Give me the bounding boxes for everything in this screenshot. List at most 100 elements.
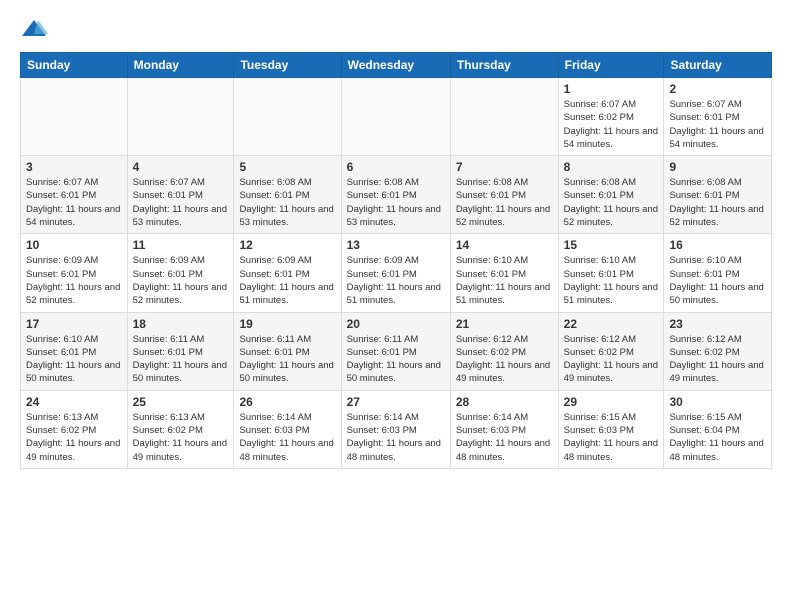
day-cell: 13 Sunrise: 6:09 AM Sunset: 6:01 PM Dayli… — [341, 234, 450, 312]
day-cell: 19 Sunrise: 6:11 AM Sunset: 6:01 PM Dayli… — [234, 312, 341, 390]
day-number: 18 — [133, 317, 229, 331]
day-cell: 12 Sunrise: 6:09 AM Sunset: 6:01 PM Dayli… — [234, 234, 341, 312]
week-row-2: 3 Sunrise: 6:07 AM Sunset: 6:01 PM Daylig… — [21, 156, 772, 234]
day-info: Sunrise: 6:07 AM Sunset: 6:01 PM Dayligh… — [26, 176, 122, 229]
day-cell: 24 Sunrise: 6:13 AM Sunset: 6:02 PM Dayli… — [21, 390, 128, 468]
day-number: 24 — [26, 395, 122, 409]
day-cell: 3 Sunrise: 6:07 AM Sunset: 6:01 PM Daylig… — [21, 156, 128, 234]
day-cell: 22 Sunrise: 6:12 AM Sunset: 6:02 PM Dayli… — [558, 312, 664, 390]
day-cell — [341, 78, 450, 156]
day-info: Sunrise: 6:10 AM Sunset: 6:01 PM Dayligh… — [669, 254, 766, 307]
day-info: Sunrise: 6:13 AM Sunset: 6:02 PM Dayligh… — [26, 411, 122, 464]
day-cell: 5 Sunrise: 6:08 AM Sunset: 6:01 PM Daylig… — [234, 156, 341, 234]
day-number: 13 — [347, 238, 445, 252]
day-info: Sunrise: 6:08 AM Sunset: 6:01 PM Dayligh… — [347, 176, 445, 229]
day-cell: 28 Sunrise: 6:14 AM Sunset: 6:03 PM Dayli… — [450, 390, 558, 468]
day-number: 6 — [347, 160, 445, 174]
weekday-header-sunday: Sunday — [21, 53, 128, 78]
day-cell: 29Sunrise: 6:15 AM Sunset: 6:03 PM Dayli… — [558, 390, 664, 468]
day-number: 1 — [564, 82, 659, 96]
day-number: 10 — [26, 238, 122, 252]
day-number: 30 — [669, 395, 766, 409]
day-cell: 25 Sunrise: 6:13 AM Sunset: 6:02 PM Dayli… — [127, 390, 234, 468]
day-info: Sunrise: 6:11 AM Sunset: 6:01 PM Dayligh… — [133, 333, 229, 386]
day-number: 29 — [564, 395, 659, 409]
day-cell — [450, 78, 558, 156]
day-info: Sunrise: 6:09 AM Sunset: 6:01 PM Dayligh… — [347, 254, 445, 307]
day-info: Sunrise: 6:08 AM Sunset: 6:01 PM Dayligh… — [564, 176, 659, 229]
day-cell: 4 Sunrise: 6:07 AM Sunset: 6:01 PM Daylig… — [127, 156, 234, 234]
day-cell — [234, 78, 341, 156]
day-info: Sunrise: 6:07 AM Sunset: 6:01 PM Dayligh… — [669, 98, 766, 151]
day-number: 25 — [133, 395, 229, 409]
day-number: 2 — [669, 82, 766, 96]
day-number: 21 — [456, 317, 553, 331]
day-info: Sunrise: 6:14 AM Sunset: 6:03 PM Dayligh… — [347, 411, 445, 464]
day-number: 4 — [133, 160, 229, 174]
day-info: Sunrise: 6:14 AM Sunset: 6:03 PM Dayligh… — [456, 411, 553, 464]
weekday-header-tuesday: Tuesday — [234, 53, 341, 78]
day-info: Sunrise: 6:13 AM Sunset: 6:02 PM Dayligh… — [133, 411, 229, 464]
day-number: 8 — [564, 160, 659, 174]
day-cell: 14Sunrise: 6:10 AM Sunset: 6:01 PM Dayli… — [450, 234, 558, 312]
day-number: 14 — [456, 238, 553, 252]
day-cell: 1 Sunrise: 6:07 AM Sunset: 6:02 PM Daylig… — [558, 78, 664, 156]
day-info: Sunrise: 6:11 AM Sunset: 6:01 PM Dayligh… — [239, 333, 335, 386]
day-cell: 20Sunrise: 6:11 AM Sunset: 6:01 PM Dayli… — [341, 312, 450, 390]
day-info: Sunrise: 6:09 AM Sunset: 6:01 PM Dayligh… — [239, 254, 335, 307]
day-number: 3 — [26, 160, 122, 174]
day-cell: 9 Sunrise: 6:08 AM Sunset: 6:01 PM Daylig… — [664, 156, 772, 234]
day-number: 5 — [239, 160, 335, 174]
day-info: Sunrise: 6:11 AM Sunset: 6:01 PM Dayligh… — [347, 333, 445, 386]
day-info: Sunrise: 6:10 AM Sunset: 6:01 PM Dayligh… — [564, 254, 659, 307]
day-number: 23 — [669, 317, 766, 331]
day-cell: 11 Sunrise: 6:09 AM Sunset: 6:01 PM Dayli… — [127, 234, 234, 312]
week-row-4: 17 Sunrise: 6:10 AM Sunset: 6:01 PM Dayli… — [21, 312, 772, 390]
weekday-header-saturday: Saturday — [664, 53, 772, 78]
day-cell: 17 Sunrise: 6:10 AM Sunset: 6:01 PM Dayli… — [21, 312, 128, 390]
day-cell: 8 Sunrise: 6:08 AM Sunset: 6:01 PM Daylig… — [558, 156, 664, 234]
day-cell: 30Sunrise: 6:15 AM Sunset: 6:04 PM Dayli… — [664, 390, 772, 468]
weekday-header-friday: Friday — [558, 53, 664, 78]
day-cell — [21, 78, 128, 156]
header — [20, 16, 772, 44]
day-cell: 7 Sunrise: 6:08 AM Sunset: 6:01 PM Daylig… — [450, 156, 558, 234]
day-info: Sunrise: 6:09 AM Sunset: 6:01 PM Dayligh… — [26, 254, 122, 307]
day-info: Sunrise: 6:12 AM Sunset: 6:02 PM Dayligh… — [564, 333, 659, 386]
day-number: 22 — [564, 317, 659, 331]
day-number: 16 — [669, 238, 766, 252]
week-row-3: 10 Sunrise: 6:09 AM Sunset: 6:01 PM Dayli… — [21, 234, 772, 312]
day-number: 7 — [456, 160, 553, 174]
weekday-header-thursday: Thursday — [450, 53, 558, 78]
day-number: 12 — [239, 238, 335, 252]
day-number: 9 — [669, 160, 766, 174]
day-number: 17 — [26, 317, 122, 331]
logo — [20, 16, 52, 44]
week-row-5: 24 Sunrise: 6:13 AM Sunset: 6:02 PM Dayli… — [21, 390, 772, 468]
day-info: Sunrise: 6:09 AM Sunset: 6:01 PM Dayligh… — [133, 254, 229, 307]
day-cell: 15Sunrise: 6:10 AM Sunset: 6:01 PM Dayli… — [558, 234, 664, 312]
day-cell: 2 Sunrise: 6:07 AM Sunset: 6:01 PM Daylig… — [664, 78, 772, 156]
day-number: 28 — [456, 395, 553, 409]
page: SundayMondayTuesdayWednesdayThursdayFrid… — [0, 0, 792, 479]
weekday-header-monday: Monday — [127, 53, 234, 78]
day-info: Sunrise: 6:08 AM Sunset: 6:01 PM Dayligh… — [456, 176, 553, 229]
day-number: 27 — [347, 395, 445, 409]
day-number: 26 — [239, 395, 335, 409]
weekday-header-row: SundayMondayTuesdayWednesdayThursdayFrid… — [21, 53, 772, 78]
day-cell: 18 Sunrise: 6:11 AM Sunset: 6:01 PM Dayli… — [127, 312, 234, 390]
day-cell: 16 Sunrise: 6:10 AM Sunset: 6:01 PM Dayli… — [664, 234, 772, 312]
day-info: Sunrise: 6:07 AM Sunset: 6:01 PM Dayligh… — [133, 176, 229, 229]
day-number: 11 — [133, 238, 229, 252]
day-number: 19 — [239, 317, 335, 331]
calendar-table: SundayMondayTuesdayWednesdayThursdayFrid… — [20, 52, 772, 469]
logo-icon — [20, 16, 48, 44]
week-row-1: 1 Sunrise: 6:07 AM Sunset: 6:02 PM Daylig… — [21, 78, 772, 156]
day-info: Sunrise: 6:12 AM Sunset: 6:02 PM Dayligh… — [456, 333, 553, 386]
day-info: Sunrise: 6:10 AM Sunset: 6:01 PM Dayligh… — [26, 333, 122, 386]
day-cell: 21 Sunrise: 6:12 AM Sunset: 6:02 PM Dayli… — [450, 312, 558, 390]
day-info: Sunrise: 6:08 AM Sunset: 6:01 PM Dayligh… — [669, 176, 766, 229]
day-info: Sunrise: 6:08 AM Sunset: 6:01 PM Dayligh… — [239, 176, 335, 229]
day-info: Sunrise: 6:07 AM Sunset: 6:02 PM Dayligh… — [564, 98, 659, 151]
day-info: Sunrise: 6:12 AM Sunset: 6:02 PM Dayligh… — [669, 333, 766, 386]
